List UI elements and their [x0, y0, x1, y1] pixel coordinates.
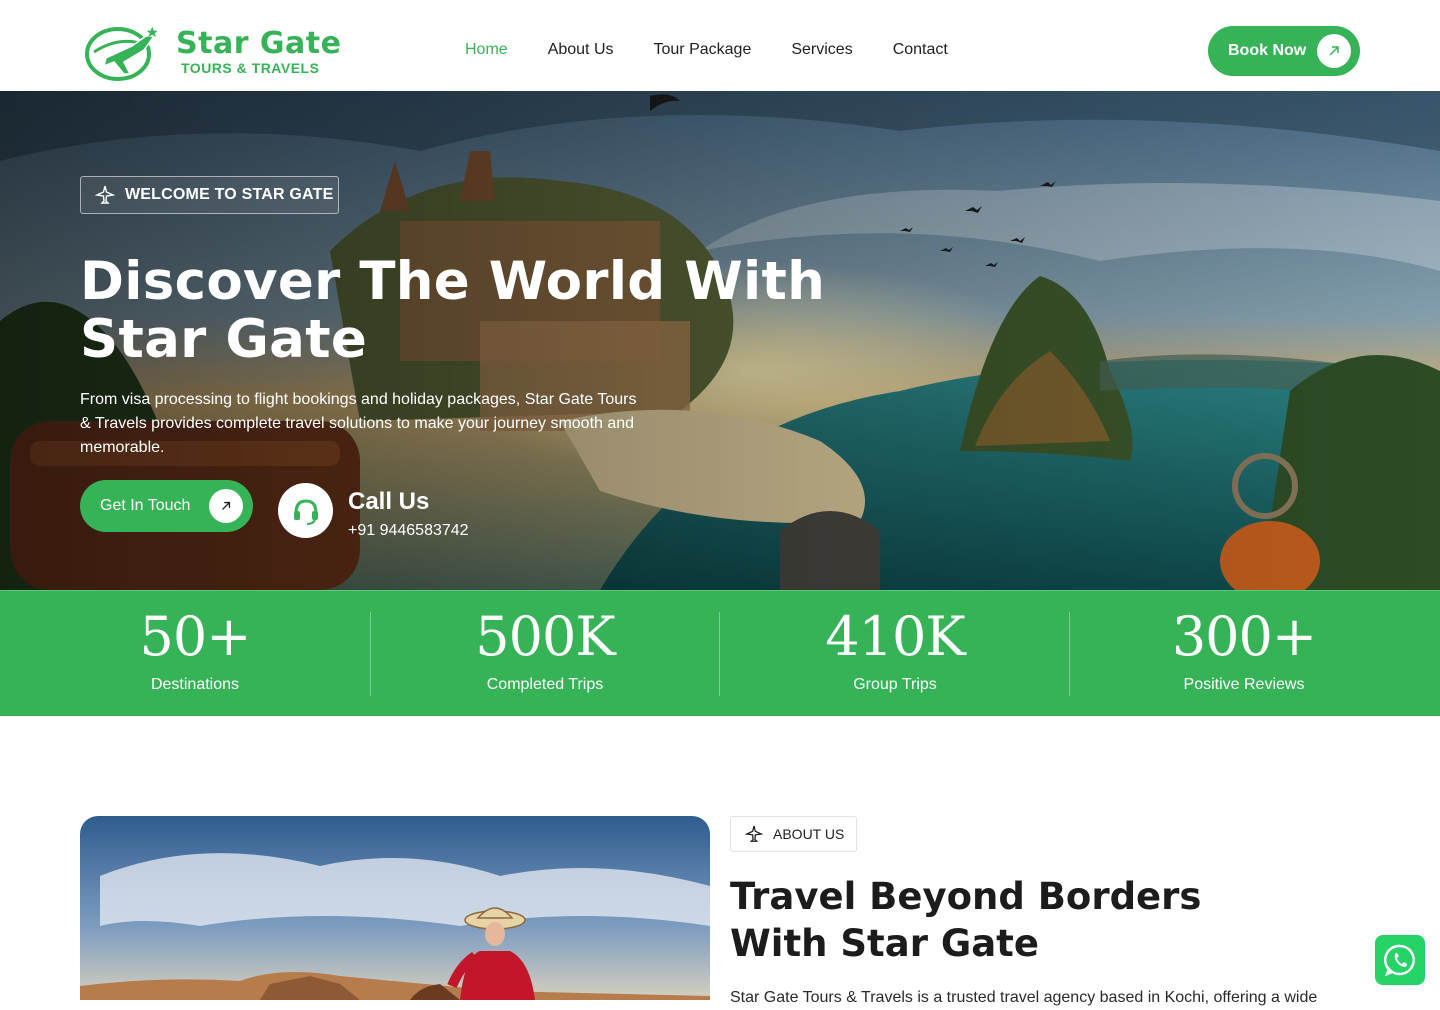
- call-us-title: Call Us: [348, 488, 430, 515]
- airplane-icon: [745, 825, 763, 842]
- call-icon-circle[interactable]: [278, 483, 333, 538]
- whatsapp-icon: [1383, 944, 1415, 977]
- stat-group-trips: 410K Group Trips: [720, 591, 1070, 717]
- nav-item-services[interactable]: Services: [791, 41, 852, 59]
- book-now-button[interactable]: Book Now: [1208, 26, 1360, 76]
- arrow-up-right-icon: [209, 489, 243, 523]
- arrow-up-right-icon: [1317, 34, 1351, 68]
- whatsapp-chat-button[interactable]: [1375, 935, 1425, 985]
- about-title: Travel Beyond Borders With Star Gate: [730, 875, 1202, 965]
- site-header: Star Gate TOURS & TRAVELS Home About Us …: [0, 0, 1440, 91]
- stat-label: Positive Reviews: [1183, 676, 1305, 693]
- main-nav: Home About Us Tour Package Services Cont…: [465, 41, 948, 59]
- about-image: [80, 816, 710, 1000]
- get-in-touch-button[interactable]: Get In Touch: [80, 480, 253, 532]
- stat-destinations: 50+ Destinations: [20, 591, 370, 717]
- welcome-badge: WELCOME TO STAR GATE: [80, 176, 339, 214]
- headset-icon: [293, 498, 318, 525]
- airplane-icon: [95, 185, 115, 204]
- about-us-badge: ABOUT US: [730, 816, 857, 852]
- about-us-badge-label: ABOUT US: [773, 826, 845, 842]
- brand-tagline: TOURS & TRAVELS: [181, 60, 320, 76]
- book-now-label: Book Now: [1228, 42, 1307, 59]
- nav-item-tour-package[interactable]: Tour Package: [654, 41, 752, 59]
- call-us-number[interactable]: +91 9446583742: [348, 522, 469, 540]
- nav-item-contact[interactable]: Contact: [893, 41, 948, 59]
- stat-completed-trips: 500K Completed Trips: [370, 591, 720, 717]
- stat-value: 300+: [1171, 605, 1317, 668]
- hero-description: From visa processing to flight bookings …: [80, 391, 637, 456]
- traveler-photo: [80, 816, 710, 1000]
- stat-positive-reviews: 300+ Positive Reviews: [1069, 591, 1419, 717]
- nav-item-home[interactable]: Home: [465, 41, 508, 59]
- stat-label: Destinations: [150, 676, 240, 693]
- hero-title: Discover The World With Star Gate: [80, 251, 826, 370]
- plane-globe-logo-icon: [85, 26, 158, 81]
- hero-section: WELCOME TO STAR GATE Discover The World …: [0, 91, 1440, 590]
- nav-item-about-us[interactable]: About Us: [548, 41, 614, 59]
- stat-label: Group Trips: [853, 676, 937, 693]
- stat-value: 500K: [475, 605, 615, 668]
- get-in-touch-label: Get In Touch: [100, 497, 191, 514]
- stat-label: Completed Trips: [486, 676, 604, 693]
- welcome-badge-label: WELCOME TO STAR GATE: [125, 186, 334, 203]
- stat-value: 410K: [825, 605, 965, 668]
- brand-name: Star Gate: [176, 26, 342, 61]
- brand-logo[interactable]: Star Gate TOURS & TRAVELS: [84, 22, 341, 82]
- stats-bar: 50+ Destinations 500K Completed Trips 41…: [0, 590, 1440, 716]
- about-description: Star Gate Tours & Travels is a trusted t…: [730, 989, 1318, 1006]
- stat-value: 50+: [139, 605, 252, 668]
